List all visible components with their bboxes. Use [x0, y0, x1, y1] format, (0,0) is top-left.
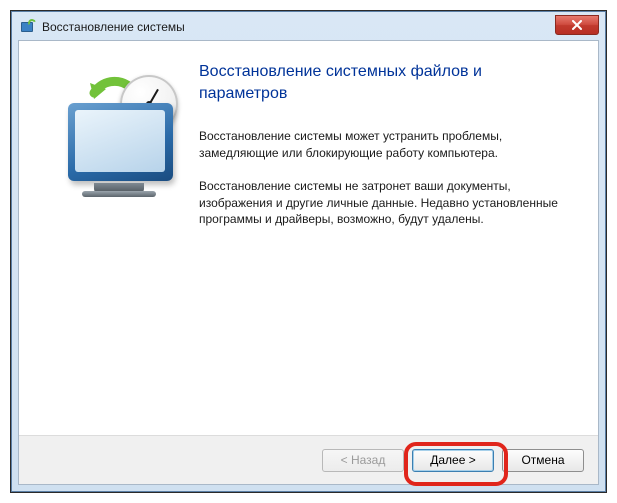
window-title: Восстановление системы: [42, 20, 185, 34]
wizard-graphic: [39, 61, 199, 425]
text-column: Восстановление системных файлов и параме…: [199, 61, 570, 425]
cancel-button[interactable]: Отмена: [502, 449, 584, 472]
description-2: Восстановление системы не затронет ваши …: [199, 178, 570, 228]
client-area: Восстановление системных файлов и параме…: [18, 40, 599, 485]
footer: < Назад Далее > Отмена: [19, 436, 598, 484]
page-title: Восстановление системных файлов и параме…: [199, 61, 570, 104]
description-1: Восстановление системы может устранить п…: [199, 128, 570, 162]
close-button[interactable]: [555, 15, 599, 35]
close-icon: [572, 20, 582, 30]
titlebar: Восстановление системы: [18, 18, 599, 40]
back-button: < Назад: [322, 449, 404, 472]
next-button[interactable]: Далее >: [412, 449, 494, 472]
system-restore-icon: [20, 19, 36, 35]
content: Восстановление системных файлов и параме…: [19, 41, 598, 435]
window: Восстановление системы: [11, 11, 606, 492]
